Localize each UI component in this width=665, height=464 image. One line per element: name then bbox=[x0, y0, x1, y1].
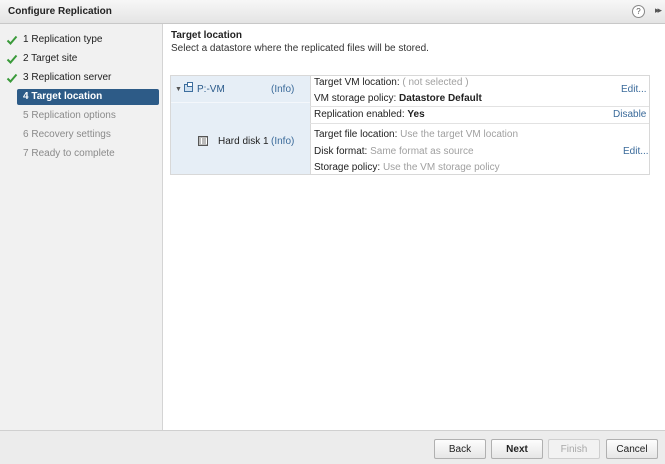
vm-edit-link[interactable]: Edit... bbox=[621, 84, 647, 95]
storage-policy-field: Storage policy: Use the VM storage polic… bbox=[314, 162, 500, 173]
step-recovery-settings: 6 Recovery settings bbox=[23, 129, 111, 140]
disk-name: Hard disk 1 bbox=[218, 136, 269, 147]
finish-button: Finish bbox=[548, 439, 600, 459]
step-target-location[interactable]: 4 Target location bbox=[17, 89, 159, 105]
vm-storage-policy-field: VM storage policy: Datastore Default bbox=[314, 93, 482, 104]
disk-format-value: Same format as source bbox=[370, 146, 474, 157]
checkmark-icon bbox=[6, 73, 18, 83]
vm-info-link[interactable]: (Info) bbox=[271, 84, 294, 95]
step-target-site[interactable]: 2 Target site bbox=[0, 51, 163, 67]
object-column: ▼ P:-VM (Info) Hard disk 1 (Info) bbox=[171, 76, 311, 174]
collapse-caret-icon[interactable]: ▼ bbox=[175, 86, 182, 93]
target-location-grid: ▼ P:-VM (Info) Hard disk 1 (Info) Target… bbox=[170, 75, 650, 175]
dialog-titlebar: Configure Replication ? ▸▸ bbox=[0, 0, 665, 24]
disk-format-field: Disk format: Same format as source bbox=[314, 146, 474, 157]
target-file-location-value: Use the target VM location bbox=[400, 129, 519, 140]
disk-info-link[interactable]: (Info) bbox=[271, 136, 294, 147]
target-file-location-field: Target file location: Use the target VM … bbox=[314, 129, 519, 140]
settings-column: Target VM location: ( not selected ) VM … bbox=[310, 76, 649, 174]
replication-enabled-field: Replication enabled: Yes bbox=[314, 109, 425, 120]
page-description: Select a datastore where the replicated … bbox=[171, 43, 429, 54]
help-icon[interactable]: ? bbox=[632, 5, 645, 18]
vm-storage-policy-value: Datastore Default bbox=[399, 93, 482, 104]
next-button[interactable]: Next bbox=[491, 439, 543, 459]
target-vm-location-value: ( not selected ) bbox=[402, 77, 469, 88]
vm-row[interactable]: ▼ P:-VM (Info) bbox=[171, 76, 310, 103]
back-button[interactable]: Back bbox=[434, 439, 486, 459]
virtual-machine-icon bbox=[184, 82, 193, 92]
hard-disk-icon bbox=[198, 136, 208, 146]
target-vm-location-field: Target VM location: ( not selected ) bbox=[314, 77, 469, 88]
disk-edit-link[interactable]: Edit... bbox=[623, 146, 649, 157]
replication-enabled-value: Yes bbox=[407, 109, 425, 120]
checkmark-icon bbox=[6, 54, 18, 64]
disable-link[interactable]: Disable bbox=[613, 109, 646, 120]
wizard-content: Target location Select a datastore where… bbox=[163, 24, 665, 430]
dialog-footer: Back Next Finish Cancel bbox=[0, 430, 665, 464]
step-replication-server[interactable]: 3 Replication server bbox=[0, 70, 163, 86]
checkmark-icon bbox=[6, 35, 18, 45]
expand-icon[interactable]: ▸▸ bbox=[655, 5, 662, 16]
wizard-steps-sidebar: 1 Replication type 2 Target site 3 Repli… bbox=[0, 24, 163, 430]
step-replication-type[interactable]: 1 Replication type bbox=[0, 32, 163, 48]
dialog-title: Configure Replication bbox=[8, 6, 112, 17]
cancel-button[interactable]: Cancel bbox=[606, 439, 658, 459]
vm-name[interactable]: P:-VM bbox=[197, 84, 225, 95]
storage-policy-value: Use the VM storage policy bbox=[382, 162, 500, 173]
step-replication-options: 5 Replication options bbox=[23, 110, 116, 121]
step-ready-to-complete: 7 Ready to complete bbox=[23, 148, 115, 159]
page-title: Target location bbox=[171, 30, 242, 41]
